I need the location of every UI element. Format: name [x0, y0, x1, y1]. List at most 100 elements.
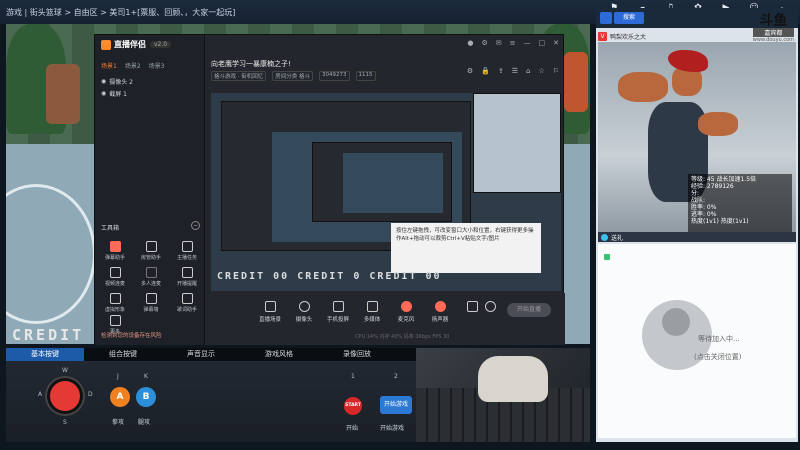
wall-icon: [145, 293, 157, 304]
tool-video-link[interactable]: 视频连麦: [97, 267, 133, 287]
joystick[interactable]: [50, 381, 80, 411]
verified-icon: V: [598, 31, 607, 41]
tab-replay[interactable]: 录像回放: [318, 348, 396, 361]
close-icon[interactable]: ✕: [785, 30, 792, 39]
button-b-caption: 腿攻: [138, 419, 151, 426]
lock-icon[interactable]: 🔒: [481, 67, 490, 75]
star-icon[interactable]: ☆: [538, 67, 544, 75]
tool-danmu[interactable]: 弹幕助手: [97, 241, 133, 261]
tool-remind[interactable]: 开播提醒: [169, 267, 205, 287]
tool-speaker[interactable]: 扬声器: [425, 301, 455, 323]
nested-preview-2: [312, 142, 452, 222]
button-a[interactable]: A: [110, 387, 130, 407]
breadcrumb[interactable]: 游戏 | 街头篮球 > 自由区 > 美司1+[票服、回顾、，大家一起玩]: [6, 7, 235, 18]
risk-warning[interactable]: 检测到您的设备存在风险: [101, 331, 162, 339]
tool-settings[interactable]: [475, 301, 505, 312]
eye-icon[interactable]: ◉: [101, 90, 106, 97]
tool-media[interactable]: 多媒体: [357, 301, 387, 323]
close-icon[interactable]: ✕: [553, 39, 559, 47]
tool-lyrics[interactable]: 歌词助手: [169, 293, 205, 313]
tab-scene-1[interactable]: 场景1: [101, 61, 117, 70]
streamer-name[interactable]: 鸭梨欢乐之大: [610, 32, 646, 41]
tool-microphone[interactable]: 麦克风: [391, 301, 421, 323]
scene-tabs: 场景1 场景2 场景3: [101, 61, 164, 70]
stat-team: 战队:: [691, 197, 706, 204]
avatar-head-icon: [662, 308, 690, 336]
tab-scene-3[interactable]: 场景3: [149, 61, 165, 70]
app-logo-icon: [101, 39, 111, 50]
stat-heat: 热度(1v1) 热度(1v1): [691, 218, 749, 225]
slot-2-label: 2: [394, 373, 398, 380]
maximize-icon[interactable]: □: [539, 39, 546, 47]
bottom-tool-label: 多媒体: [363, 317, 381, 323]
tool-room-admin[interactable]: 房管助手: [133, 241, 169, 261]
start-game-button[interactable]: 开始游戏: [380, 396, 412, 414]
source-label: 摄像头 2: [109, 79, 133, 86]
room-title[interactable]: 向老鹰学习一暴康楠之子!: [211, 59, 291, 69]
controller-tabs: 基本按键 组合按键 声音显示 游戏风格 录像回放: [6, 348, 416, 361]
button-a-caption: 拳攻: [112, 419, 125, 426]
tool-label: 歌词助手: [176, 307, 197, 313]
viewer-count: 1115: [355, 71, 376, 81]
room-category[interactable]: 格斗游戏 · 街机回忆: [211, 71, 267, 81]
start-live-button[interactable]: 开始直播: [507, 303, 551, 317]
dir-left-label: A: [38, 391, 43, 398]
menu-icon[interactable]: ≡: [510, 39, 516, 47]
bottom-tool-label: 手机投屏: [326, 317, 349, 323]
speaker-icon: [434, 301, 446, 312]
collapse-icon[interactable]: −: [191, 221, 200, 230]
right-panel: 搜索 斗鱼 嘉宾都 www.douyu.com V 鸭梨欢乐之大 ✕ 等级: 4…: [596, 8, 798, 442]
key-j-label: J: [117, 373, 119, 380]
multi-link-icon: [145, 267, 157, 278]
tool-camera[interactable]: 摄像头: [289, 301, 319, 323]
tab-basic-keys[interactable]: 基本按键: [6, 348, 84, 361]
bell-icon[interactable]: ⚐: [553, 67, 559, 75]
tag-icon[interactable]: ⌂: [526, 67, 530, 75]
avatar-icon[interactable]: ●: [467, 39, 473, 47]
source-item[interactable]: ◉ 摄像头 2: [101, 77, 133, 86]
bottom-tool-label: 摄像头: [295, 317, 313, 323]
chat-toolbar: 送礼: [598, 232, 796, 242]
tab-combo-keys[interactable]: 组合按键: [84, 348, 162, 361]
minimize-icon[interactable]: —: [524, 39, 531, 47]
source-item[interactable]: ◉ 截屏 1: [101, 89, 127, 98]
home-icon[interactable]: [600, 12, 612, 24]
close-seat-link[interactable]: (点击关闭位置): [694, 352, 741, 362]
mail-icon[interactable]: ✉: [496, 39, 502, 47]
list-icon[interactable]: ☰: [512, 67, 518, 75]
stat-exp: 经验: 2789126: [691, 183, 734, 190]
system-stats: CPU 14% 内存 40% 码率 0Kbps FPS 30: [355, 334, 450, 340]
eye-icon[interactable]: ◉: [101, 78, 106, 85]
room-meta: 格斗游戏 · 街机回忆 房间分类 格斗 3049273 1115: [211, 71, 376, 81]
button-b[interactable]: B: [136, 387, 156, 407]
status-icon: [604, 254, 610, 260]
search-button[interactable]: 搜索: [614, 12, 644, 24]
stat-escape-rate: 逃率: 0%: [691, 211, 717, 218]
stat-score: 分:: [691, 190, 700, 197]
settings-icon[interactable]: ⚙: [481, 39, 487, 47]
tool-label: 主播任务: [176, 255, 197, 261]
stream-preview[interactable]: 按住左键拖拽，可改变窗口大小和位置，右键获得更多操作Alt+拖动可以裁剪Ctrl…: [211, 93, 561, 291]
start-game-caption: 开始游戏: [380, 425, 405, 432]
diamond-icon[interactable]: [601, 233, 608, 241]
video-link-icon: [109, 267, 121, 278]
tab-game-style[interactable]: 游戏风格: [240, 348, 318, 361]
tool-avatar[interactable]: 虚拟形象: [97, 293, 133, 313]
tool-danmu-wall[interactable]: 弹幕墙: [133, 293, 169, 313]
tool-multi-link[interactable]: 多人连麦: [133, 267, 169, 287]
source-label: 截屏 1: [109, 91, 127, 98]
hand-image: [478, 356, 548, 402]
tab-sound-display[interactable]: 声音显示: [162, 348, 240, 361]
tool-tasks[interactable]: 主播任务: [169, 241, 205, 261]
gear-icon[interactable]: ⚙: [467, 67, 473, 75]
tab-scene-2[interactable]: 场景2: [125, 61, 141, 70]
nested-preview-content: [343, 153, 443, 213]
start-button[interactable]: START: [344, 397, 362, 415]
danmu-icon: [109, 241, 121, 252]
streaming-app-window: 直播伴侣 v2.0 场景1 场景2 场景3 ◉ 摄像头 2 ◉ 截屏 1 工具箱 −…: [94, 34, 565, 345]
gift-label[interactable]: 送礼: [611, 233, 623, 242]
tool-live-scene[interactable]: 直播场景: [255, 301, 285, 323]
gear-icon: [484, 301, 496, 312]
tool-phone-cast[interactable]: 手机投屏: [323, 301, 353, 323]
share-icon[interactable]: ⇪: [498, 67, 504, 75]
